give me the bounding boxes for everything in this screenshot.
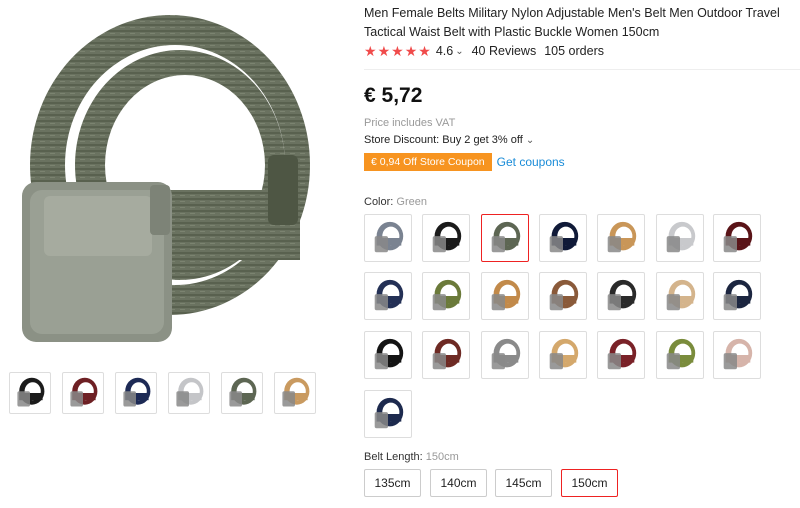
color-swatch[interactable] <box>481 214 529 262</box>
belt-image <box>176 377 204 407</box>
star-icon: ★ <box>377 43 391 59</box>
rating-stars: ★ ★ ★ ★ ★ <box>364 44 431 58</box>
belt-image <box>17 377 45 407</box>
belt-image <box>491 338 521 370</box>
gallery-thumbnail[interactable] <box>221 372 263 414</box>
color-swatch[interactable] <box>656 272 704 320</box>
belt-image <box>374 338 404 370</box>
gallery-thumbnail[interactable] <box>9 372 51 414</box>
length-option-button[interactable]: 150cm <box>561 469 618 497</box>
belt-image <box>607 279 637 311</box>
color-label: Color: Green <box>364 196 427 208</box>
star-icon: ★ <box>364 43 377 59</box>
get-coupons-link[interactable]: Get coupons <box>497 155 565 169</box>
thumbnail-strip <box>9 372 316 414</box>
belt-image <box>723 338 753 370</box>
color-swatch[interactable] <box>364 390 412 438</box>
color-swatch[interactable] <box>539 214 587 262</box>
length-option-button[interactable]: 145cm <box>495 469 552 497</box>
gallery-thumbnail[interactable] <box>115 372 157 414</box>
belt-length-label: Belt Length: 150cm <box>364 451 459 463</box>
orders-count: 105 orders <box>544 44 604 58</box>
belt-image <box>374 279 404 311</box>
star-icon: ★ <box>418 43 431 59</box>
color-swatch[interactable] <box>422 214 470 262</box>
belt-image <box>70 377 98 407</box>
length-option-button[interactable]: 135cm <box>364 469 421 497</box>
color-swatch[interactable] <box>422 331 470 379</box>
store-discount-text: Store Discount: Buy 2 get 3% off <box>364 134 523 146</box>
belt-image <box>607 221 637 253</box>
length-option-button[interactable]: 140cm <box>430 469 487 497</box>
main-product-image[interactable] <box>0 0 340 355</box>
color-swatch[interactable] <box>422 272 470 320</box>
belt-image <box>723 279 753 311</box>
belt-image <box>549 338 579 370</box>
color-swatch[interactable] <box>364 272 412 320</box>
belt-image <box>282 377 310 407</box>
color-swatch[interactable] <box>364 214 412 262</box>
rating-row: ★ ★ ★ ★ ★ 4.6 ⌄ 40 Reviews 105 orders <box>364 44 604 58</box>
color-swatch[interactable] <box>364 331 412 379</box>
gallery-thumbnail[interactable] <box>62 372 104 414</box>
belt-length-label-text: Belt Length: <box>364 451 423 463</box>
belt-image <box>374 221 404 253</box>
color-swatch[interactable] <box>539 331 587 379</box>
color-swatch[interactable] <box>481 272 529 320</box>
color-swatch[interactable] <box>713 272 761 320</box>
color-swatch[interactable] <box>597 272 645 320</box>
product-title: Men Female Belts Military Nylon Adjustab… <box>364 6 780 39</box>
color-label-text: Color: <box>364 196 394 208</box>
gallery-thumbnail[interactable] <box>168 372 210 414</box>
vat-note: Price includes VAT <box>364 117 456 129</box>
selected-color: Green <box>396 196 427 208</box>
belt-image <box>607 338 637 370</box>
price: € 5,72 <box>364 84 423 107</box>
star-icon: ★ <box>404 43 418 59</box>
store-discount[interactable]: Store Discount: Buy 2 get 3% off ⌄ <box>364 134 534 146</box>
rating-value[interactable]: 4.6 <box>436 44 453 58</box>
belt-image <box>666 221 696 253</box>
belt-image <box>432 338 462 370</box>
belt-image <box>491 221 521 253</box>
color-swatch[interactable] <box>597 331 645 379</box>
star-icon: ★ <box>391 43 404 59</box>
belt-image <box>432 221 462 253</box>
belt-image <box>229 377 257 407</box>
belt-image <box>123 377 151 407</box>
selected-length: 150cm <box>425 451 459 463</box>
belt-image <box>549 221 579 253</box>
divider <box>364 69 800 70</box>
belt-image <box>666 338 696 370</box>
chevron-down-icon: ⌄ <box>525 135 535 146</box>
color-swatch[interactable] <box>481 331 529 379</box>
belt-image <box>723 221 753 253</box>
coupon-row: € 0,94 Off Store Coupon Get coupons <box>364 153 565 171</box>
chevron-down-icon[interactable]: ⌄ <box>455 46 463 57</box>
belt-image <box>491 279 521 311</box>
color-swatch[interactable] <box>539 272 587 320</box>
color-swatch[interactable] <box>713 214 761 262</box>
belt-image <box>432 279 462 311</box>
color-swatch[interactable] <box>597 214 645 262</box>
belt-image <box>549 279 579 311</box>
color-swatch[interactable] <box>713 331 761 379</box>
color-swatch[interactable] <box>656 214 704 262</box>
reviews-link[interactable]: 40 Reviews <box>472 44 537 58</box>
belt-image <box>666 279 696 311</box>
store-coupon-badge[interactable]: € 0,94 Off Store Coupon <box>364 153 492 171</box>
color-swatch[interactable] <box>656 331 704 379</box>
gallery-thumbnail[interactable] <box>274 372 316 414</box>
belt-image <box>374 397 404 429</box>
